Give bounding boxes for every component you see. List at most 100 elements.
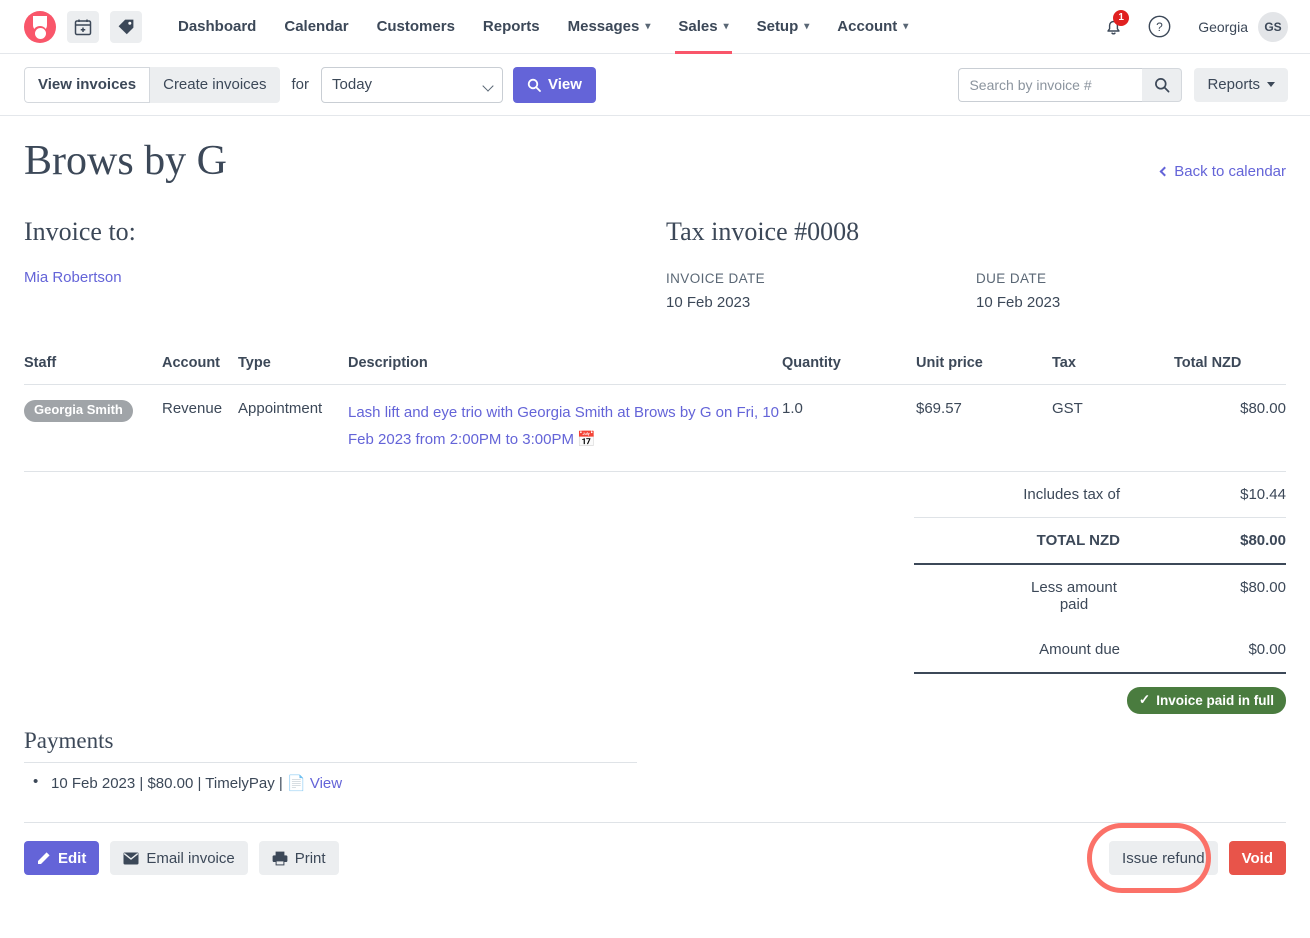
invoice-dates: INVOICE DATE 10 Feb 2023 DUE DATE 10 Feb… xyxy=(666,271,1286,311)
check-icon: ✓ xyxy=(1138,692,1151,708)
payment-view-link[interactable]: View xyxy=(310,775,342,792)
caret-down-icon xyxy=(1267,82,1275,87)
envelope-icon xyxy=(123,852,139,865)
appointment-description-link[interactable]: Lash lift and eye trio with Georgia Smit… xyxy=(348,404,779,448)
issue-refund-button[interactable]: Issue refund xyxy=(1109,841,1218,876)
subnav-right-cluster: Reports xyxy=(958,67,1288,102)
table-header-row: Staff Account Type Description Quantity … xyxy=(24,355,1286,385)
due-date-value: 10 Feb 2023 xyxy=(976,294,1061,311)
back-to-calendar-link[interactable]: Back to calendar xyxy=(1159,163,1286,180)
notifications-button[interactable]: 1 xyxy=(1096,9,1130,44)
edit-button[interactable]: Edit xyxy=(24,841,100,876)
staff-badge: Georgia Smith xyxy=(24,400,133,422)
notification-count-badge: 1 xyxy=(1113,9,1130,26)
less-amount-paid-label: Less amount paid xyxy=(1031,579,1117,614)
table-row: Georgia Smith Revenue Appointment Lash l… xyxy=(24,384,1286,473)
cell-unit-price: $69.57 xyxy=(916,384,1052,473)
amount-due-label: Amount due xyxy=(1039,641,1120,659)
nav-link-dashboard[interactable]: Dashboard xyxy=(164,0,270,54)
invoice-line-items-table: Staff Account Type Description Quantity … xyxy=(24,355,1286,473)
column-header-tax: Tax xyxy=(1052,355,1174,385)
help-button[interactable]: ? xyxy=(1142,10,1176,44)
payments-list: 10 Feb 2023 | $80.00 | TimelyPay | 📄 Vie… xyxy=(24,773,637,793)
for-label: for xyxy=(291,76,310,93)
user-name-label: Georgia xyxy=(1198,18,1248,35)
void-button[interactable]: Void xyxy=(1228,841,1286,876)
chevron-down-icon: ▾ xyxy=(645,21,651,32)
search-input[interactable] xyxy=(958,67,1143,102)
action-bar: Edit Email invoice Print Issue refund Vo… xyxy=(24,823,1286,894)
cell-total: $80.00 xyxy=(1174,384,1286,473)
invoice-header-columns: Invoice to: Mia Robertson Tax invoice #0… xyxy=(24,217,1286,311)
tag-icon xyxy=(118,19,134,34)
search-icon xyxy=(527,78,541,92)
cell-tax: GST xyxy=(1052,384,1174,473)
column-header-total: Total NZD xyxy=(1174,355,1286,385)
search-icon xyxy=(1155,77,1170,92)
nav-link-account[interactable]: Account ▾ xyxy=(823,0,922,54)
nav-link-messages[interactable]: Messages ▾ xyxy=(554,0,665,54)
new-appointment-button[interactable] xyxy=(67,10,99,43)
includes-tax-value: $10.44 xyxy=(1240,486,1286,504)
main-nav-links: Dashboard Calendar Customers Reports Mes… xyxy=(164,0,922,54)
column-header-account: Account xyxy=(162,355,238,385)
invoice-to-heading: Invoice to: xyxy=(24,217,136,246)
customer-link[interactable]: Mia Robertson xyxy=(24,269,122,286)
nav-link-label: Calendar xyxy=(284,18,349,35)
nav-link-calendar[interactable]: Calendar xyxy=(270,0,362,54)
less-amount-paid-value: $80.00 xyxy=(1240,579,1286,597)
invoice-search-group xyxy=(958,67,1183,102)
new-sale-button[interactable] xyxy=(110,10,142,43)
sub-navigation-bar: View invoices Create invoices for Today … xyxy=(0,54,1310,116)
reports-dropdown-button[interactable]: Reports xyxy=(1194,67,1288,102)
void-button-label: Void xyxy=(1241,849,1273,867)
total-label: TOTAL NZD xyxy=(1036,532,1120,550)
column-header-quantity: Quantity xyxy=(782,355,916,385)
nav-link-setup[interactable]: Setup ▾ xyxy=(743,0,824,54)
totals-section: Includes tax of $10.44 TOTAL NZD $80.00 … xyxy=(24,472,1286,715)
view-button[interactable]: View xyxy=(513,66,596,103)
table-head: Staff Account Type Description Quantity … xyxy=(24,355,1286,385)
column-header-staff: Staff xyxy=(24,355,162,385)
svg-text:?: ? xyxy=(1156,20,1163,34)
avatar[interactable]: GS xyxy=(1258,11,1288,42)
invoice-date-label: INVOICE DATE xyxy=(666,271,766,286)
view-button-label: View xyxy=(548,76,582,93)
nav-link-label: Account xyxy=(837,18,898,35)
invoice-mode-toggle: View invoices Create invoices xyxy=(24,66,280,103)
back-to-calendar-label: Back to calendar xyxy=(1174,163,1286,180)
payments-section: Payments 10 Feb 2023 | $80.00 | TimelyPa… xyxy=(24,728,637,792)
calendar-plus-icon xyxy=(74,19,92,35)
page-title: Brows by G xyxy=(24,138,228,184)
question-circle-icon: ? xyxy=(1148,15,1171,38)
tab-view-invoices[interactable]: View invoices xyxy=(24,66,151,103)
email-invoice-button[interactable]: Email invoice xyxy=(110,841,248,876)
payment-detail-text: 10 Feb 2023 | $80.00 | TimelyPay | xyxy=(51,775,283,793)
invoice-to-block: Invoice to: Mia Robertson xyxy=(24,217,666,311)
search-submit-button[interactable] xyxy=(1142,67,1183,102)
nav-link-customers[interactable]: Customers xyxy=(363,0,469,54)
nav-link-label: Dashboard xyxy=(178,18,257,35)
cell-staff: Georgia Smith xyxy=(24,384,162,473)
nav-link-reports[interactable]: Reports xyxy=(469,0,554,54)
edit-button-label: Edit xyxy=(58,849,87,867)
column-header-type: Type xyxy=(238,355,348,385)
printer-icon xyxy=(272,851,288,866)
edit-pencil-icon xyxy=(38,852,50,865)
totals-row-less-paid: Less amount paid $80.00 xyxy=(914,565,1286,627)
print-button[interactable]: Print xyxy=(258,841,339,876)
timely-logo[interactable] xyxy=(24,10,56,43)
document-icon: 📄 xyxy=(287,775,306,793)
totals-row-total: TOTAL NZD $80.00 xyxy=(914,517,1286,566)
nav-link-sales[interactable]: Sales ▾ xyxy=(664,0,742,54)
nav-right-cluster: 1 ? Georgia GS xyxy=(1096,9,1288,44)
totals-row-amount-due: Amount due $0.00 xyxy=(914,627,1286,675)
period-select[interactable]: Today xyxy=(321,66,504,103)
status-badge: ✓ Invoice paid in full xyxy=(1126,687,1286,715)
period-select-wrapper: Today xyxy=(321,66,504,103)
invoice-page: Back to calendar Brows by G Invoice to: … xyxy=(0,137,1310,894)
top-navigation-bar: Dashboard Calendar Customers Reports Mes… xyxy=(0,0,1310,54)
tab-create-invoices[interactable]: Create invoices xyxy=(150,66,280,103)
nav-link-label: Customers xyxy=(376,18,455,35)
cell-type: Appointment xyxy=(238,384,348,473)
